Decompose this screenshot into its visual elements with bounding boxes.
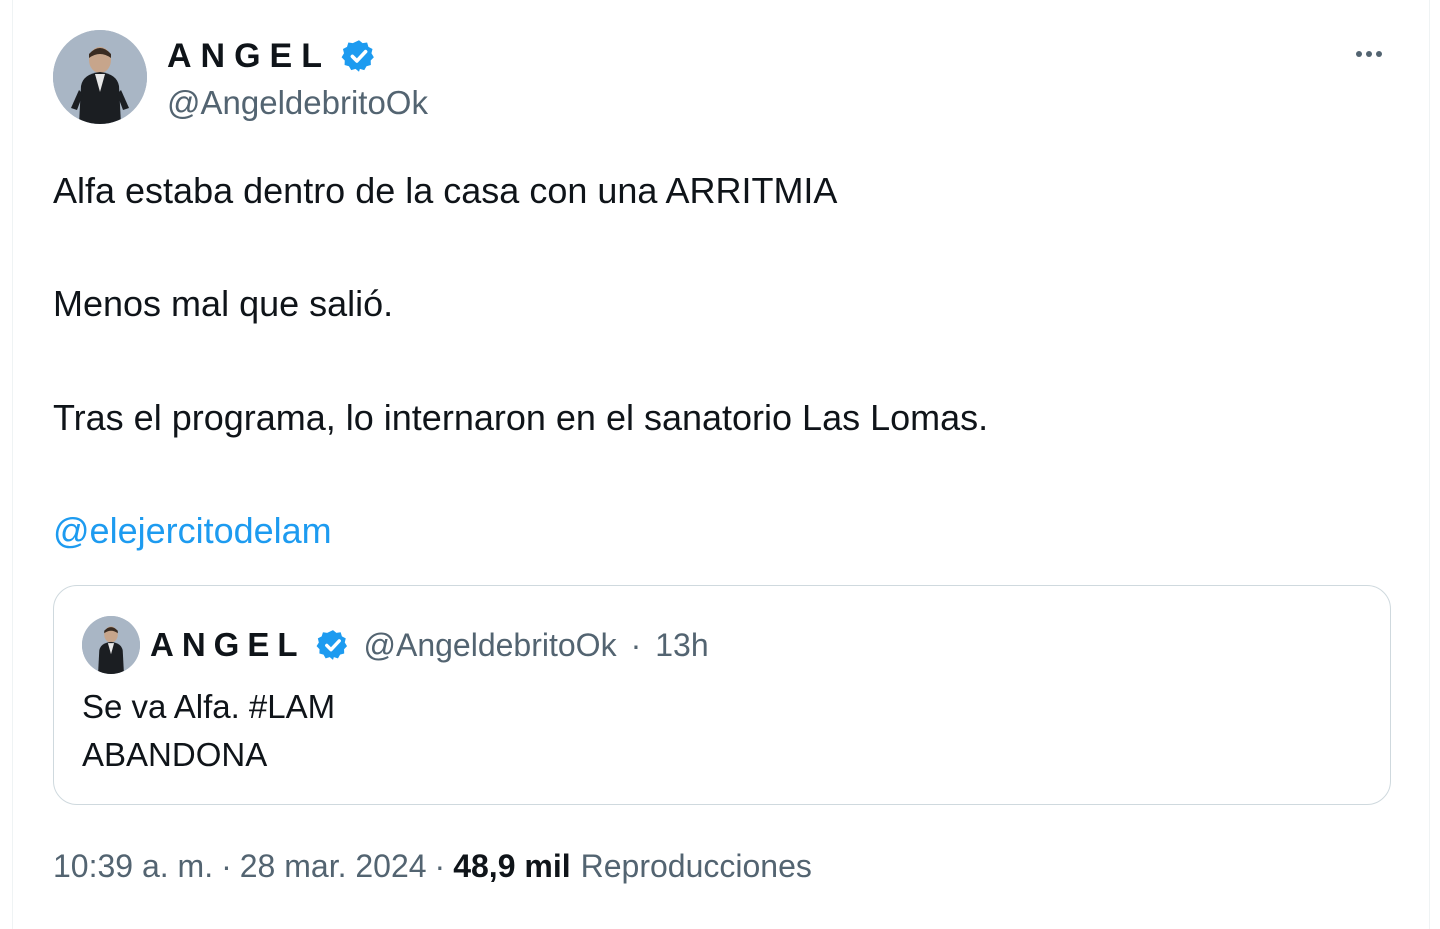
tweet-card: ANGEL @AngeldebritoOk Alfa estaba dentro…	[12, 0, 1430, 929]
quoted-age[interactable]: 13h	[655, 627, 708, 664]
more-dot	[1376, 51, 1382, 57]
author-handle[interactable]: @AngeldebritoOk	[167, 84, 428, 122]
quoted-header: ANGEL @AngeldebritoOk · 13h	[150, 624, 709, 666]
quoted-author-handle[interactable]: @AngeldebritoOk	[364, 627, 617, 664]
tweet-text-line: Alfa estaba dentro de la casa con una AR…	[53, 170, 838, 211]
views-count[interactable]: 48,9 mil	[453, 848, 570, 885]
more-options-button[interactable]	[1349, 38, 1389, 70]
meta-separator: ·	[221, 848, 232, 884]
tweet-text-line: Tras el programa, lo internaron en el sa…	[53, 397, 989, 438]
views-label[interactable]: Reproducciones	[581, 848, 812, 885]
person-silhouette-icon	[53, 30, 147, 124]
verified-badge-icon	[316, 628, 350, 662]
author-avatar[interactable]	[53, 30, 147, 124]
quoted-author-avatar[interactable]	[82, 616, 140, 674]
more-dot	[1356, 51, 1362, 57]
person-silhouette-icon	[82, 616, 140, 674]
quoted-author-name[interactable]: ANGEL	[150, 626, 306, 664]
more-dot	[1366, 51, 1372, 57]
meta-separator: ·	[434, 848, 446, 884]
quoted-text-line: ABANDONA	[82, 736, 268, 773]
author-name-row[interactable]: ANGEL	[167, 36, 377, 76]
quoted-text-line: Se va Alfa. #LAM	[82, 688, 336, 725]
tweet-text-line: Menos mal que salió.	[53, 283, 394, 324]
tweet-date[interactable]: 28 mar. 2024	[240, 848, 427, 885]
author-name[interactable]: ANGEL	[167, 37, 331, 76]
tweet-footer: 10:39 a. m. · 28 mar. 2024 · 48,9 mil Re…	[53, 848, 812, 885]
tweet-time[interactable]: 10:39 a. m.	[53, 848, 213, 885]
quoted-tweet[interactable]: ANGEL @AngeldebritoOk · 13h Se va Alfa. …	[53, 585, 1391, 805]
mention-link[interactable]: @elejercitodelam	[53, 510, 332, 552]
verified-badge-icon	[341, 38, 377, 74]
meta-separator: ·	[630, 626, 642, 663]
